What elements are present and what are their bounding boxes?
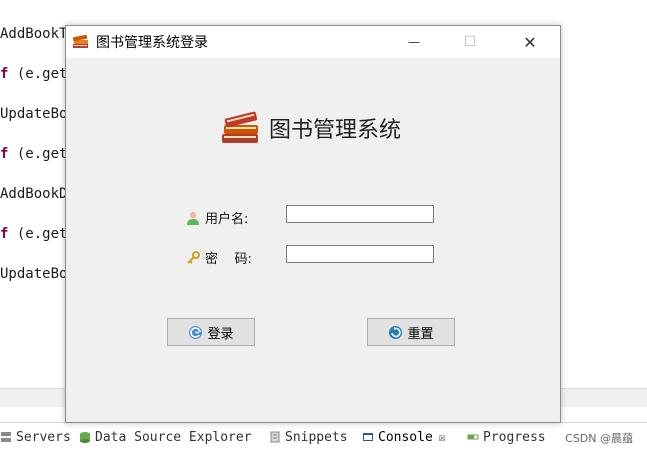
code-line: f (e.get xyxy=(0,66,68,82)
close-icon: ✕ xyxy=(523,32,537,52)
servers-icon xyxy=(1,432,11,442)
app-heading-text: 图书管理系统 xyxy=(269,118,402,143)
tab-label: Data Source Explorer xyxy=(95,429,252,445)
minimize-button[interactable]: — xyxy=(391,26,437,58)
maximize-icon: ☐ xyxy=(463,34,477,50)
tab-console[interactable]: Console ☒ xyxy=(362,427,445,447)
username-label: 用户名: xyxy=(186,208,248,227)
login-icon xyxy=(189,325,203,339)
code-line: f (e.get xyxy=(0,146,68,162)
database-icon xyxy=(80,432,90,443)
password-label: 密 码: xyxy=(186,248,252,267)
key-icon xyxy=(187,250,200,264)
username-label-text: 用户名: xyxy=(205,212,249,227)
snippets-icon xyxy=(270,431,280,443)
code-line: UpdateBo xyxy=(0,106,68,122)
watermark: CSDN @晨蕴 xyxy=(565,432,633,445)
tab-progress[interactable]: Progress xyxy=(467,427,546,447)
code-line: AddBookD xyxy=(0,186,68,202)
minimize-icon: — xyxy=(408,35,420,49)
login-button[interactable]: 登录 xyxy=(167,318,255,346)
code-line: UpdateBo xyxy=(0,266,68,282)
app-heading: 图书管理系统 xyxy=(219,110,401,146)
password-input[interactable] xyxy=(286,245,434,263)
bottom-view-tabs: Servers Data Source Explorer Snippets Co… xyxy=(0,422,647,453)
user-icon xyxy=(187,211,199,225)
code-line: f (e.get xyxy=(0,226,68,242)
close-button[interactable]: ✕ xyxy=(507,26,553,58)
username-input[interactable] xyxy=(286,205,434,223)
progress-icon xyxy=(467,434,479,440)
reset-button-label: 重置 xyxy=(407,326,434,342)
reset-icon xyxy=(389,325,403,339)
login-button-label: 登录 xyxy=(207,326,234,342)
tab-label: Servers xyxy=(16,429,71,445)
code-line: AddBookT xyxy=(0,26,68,42)
login-window: 图书管理系统登录 — ☐ ✕ 图书管理系统 用户名: 密 码: 登录 重置 xyxy=(65,25,561,423)
tab-servers[interactable]: Servers xyxy=(0,427,71,447)
tab-snippets[interactable]: Snippets xyxy=(269,427,348,447)
books-icon xyxy=(222,111,258,143)
tab-label: Snippets xyxy=(285,429,348,445)
tab-label: Progress xyxy=(483,429,546,445)
tab-label: Console xyxy=(378,429,433,445)
window-title: 图书管理系统登录 xyxy=(96,35,208,51)
books-icon xyxy=(72,34,88,48)
close-icon[interactable]: ☒ xyxy=(439,431,446,444)
password-label-text: 密 码: xyxy=(205,252,252,267)
title-bar[interactable]: 图书管理系统登录 — ☐ ✕ xyxy=(66,26,560,58)
console-icon xyxy=(363,433,373,441)
reset-button[interactable]: 重置 xyxy=(367,318,455,346)
tab-data-source-explorer[interactable]: Data Source Explorer xyxy=(79,427,252,447)
maximize-button[interactable]: ☐ xyxy=(447,26,493,58)
